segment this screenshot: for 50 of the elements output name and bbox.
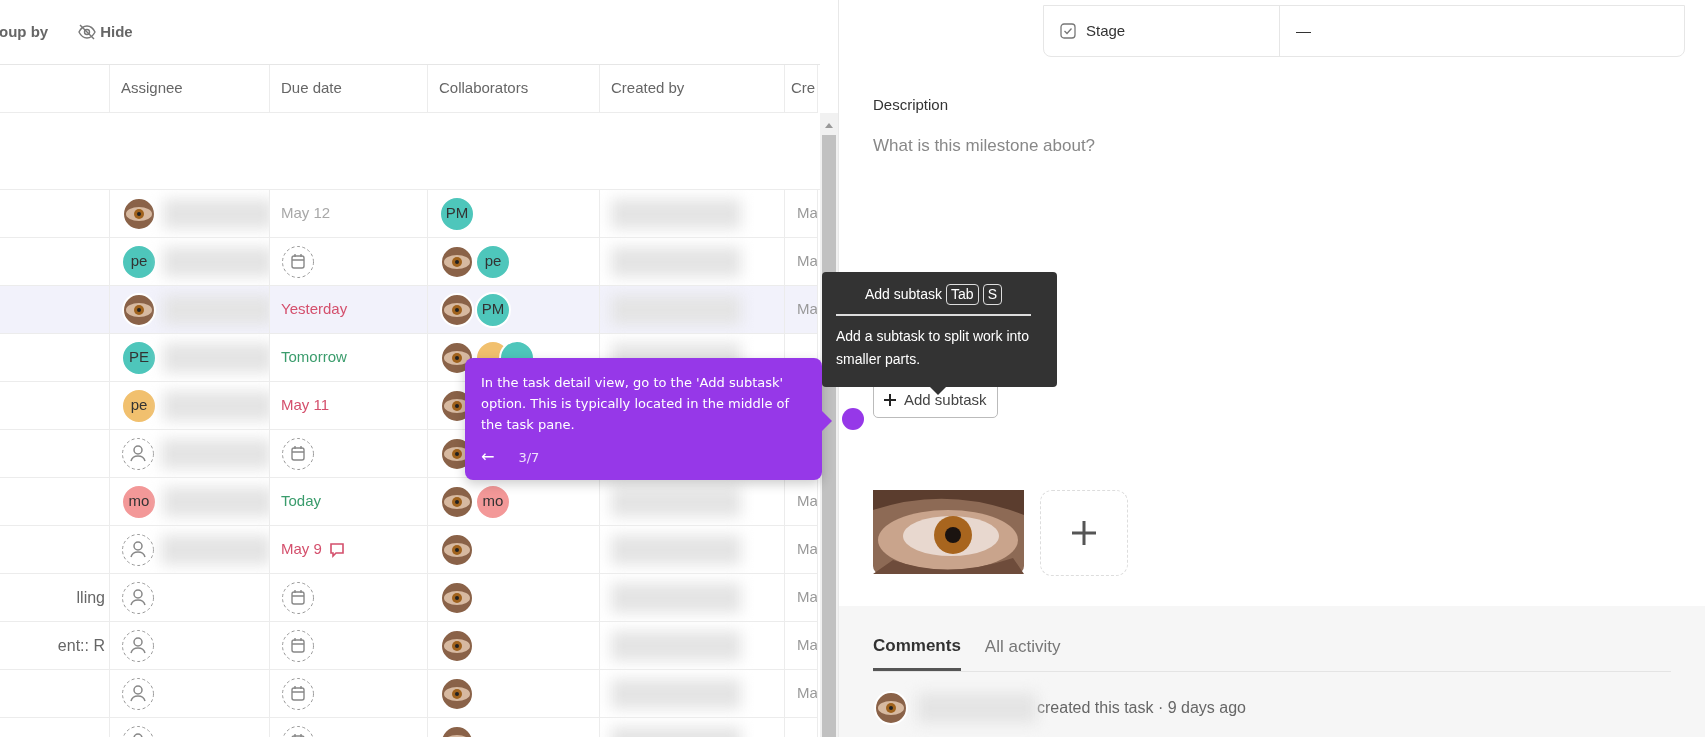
table-row[interactable]: lling Ma	[0, 574, 820, 622]
avatar: mo	[121, 483, 157, 520]
table-row[interactable]: pe pe Ma	[0, 238, 820, 286]
tab[interactable]: All activity	[984, 632, 1061, 671]
activity-text: created this task · 9 days ago	[1037, 698, 1246, 718]
table-row[interactable]: May 12 PM Ma	[0, 190, 820, 238]
field-label: Stage	[1086, 20, 1126, 41]
due-date: Tomorrow	[281, 347, 347, 368]
description-label: Description	[873, 95, 949, 115]
avatar: pe	[121, 387, 157, 424]
created-date: Ma	[797, 635, 817, 656]
due-date: Today	[281, 491, 322, 512]
created-date: Ma	[797, 539, 817, 560]
created-date: Ma	[797, 587, 817, 608]
avatar: PE	[121, 339, 157, 376]
table-row[interactable]: mo Today mo Ma	[0, 478, 820, 526]
tooltip-text: Add a subtask to split work into smaller parts.	[836, 327, 1030, 369]
shortcut-key: Tab	[946, 284, 979, 305]
table-row[interactable]: May 9 Ma	[0, 526, 820, 574]
task-title: lling	[76, 587, 105, 608]
created-date: Ma	[797, 251, 817, 272]
due-date: May 11	[281, 395, 330, 416]
tab[interactable]: Comments	[873, 632, 961, 671]
column-header[interactable]: Created by	[611, 77, 685, 100]
column-header[interactable]: Assignee	[121, 77, 183, 100]
step-counter: 3/7	[518, 448, 540, 467]
table-row[interactable]: ent:: R Ma	[0, 622, 820, 670]
due-date: Yesterday	[281, 299, 348, 320]
column-header[interactable]: Collaborators	[439, 77, 529, 100]
created-date: Ma	[797, 299, 817, 320]
avatar: pe	[475, 243, 511, 280]
created-date: Ma	[797, 203, 817, 224]
task-title: ent:: R	[57, 635, 105, 656]
created-date: Ma	[797, 491, 817, 512]
avatar: PM	[439, 195, 475, 232]
column-header[interactable]: Cre	[791, 77, 816, 100]
back-button[interactable]: ←	[481, 445, 495, 469]
avatar: pe	[121, 243, 157, 280]
group-by-button[interactable]: oup by	[0, 20, 49, 44]
avatar: mo	[475, 483, 511, 520]
avatar: PM	[475, 291, 511, 328]
table-row[interactable]: Yesterday PM Ma	[0, 286, 820, 334]
tooltip-title: Add subtask	[865, 285, 943, 304]
field-value: —	[1296, 20, 1311, 41]
due-date: May 9	[281, 539, 322, 560]
shortcut-key: S	[982, 284, 1002, 305]
created-date: Ma	[797, 683, 817, 704]
due-date: May 12	[281, 203, 331, 224]
column-header[interactable]: Due date	[281, 77, 342, 100]
hide-button[interactable]: Hide	[78, 20, 133, 44]
